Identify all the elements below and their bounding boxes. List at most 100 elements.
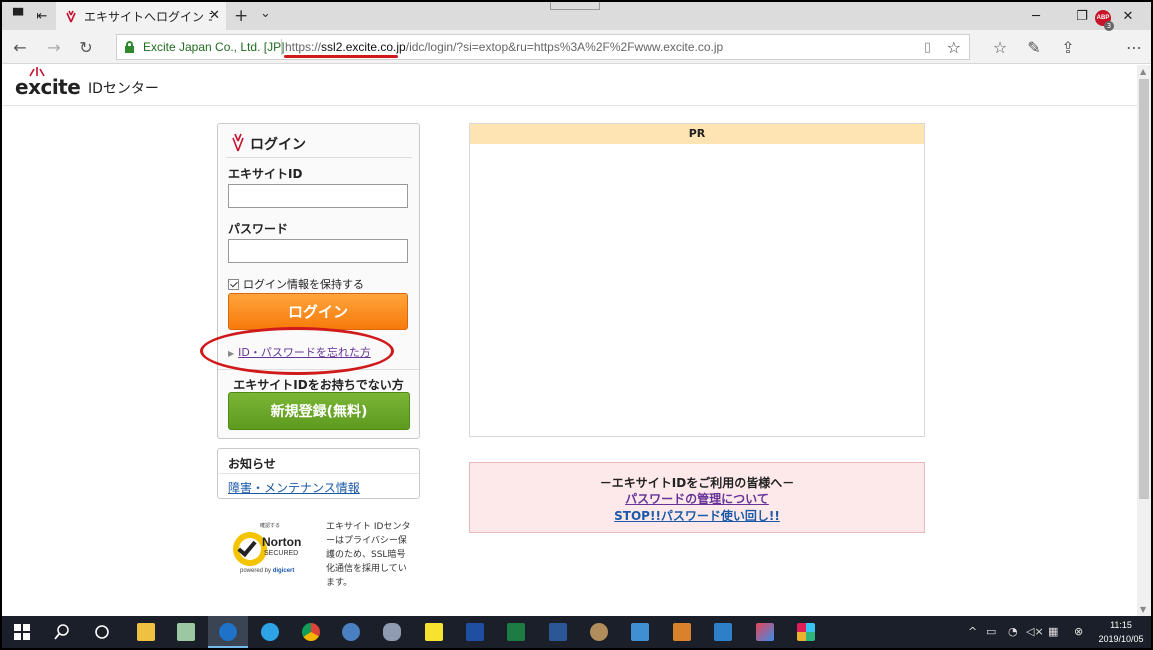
notifications-icon[interactable]: ⊗ [1074,625,1083,638]
norton-name: Norton [262,535,302,549]
navigation-bar: ← → ↻ Excite Japan Co., Ltd. [JP] https:… [2,30,1151,64]
windows-taskbar: ^ ▭ ◔ ◁× ▦ ⊗ 11:15 2019/10/05 [2,616,1151,648]
id-label: エキサイトID [228,167,303,181]
page-content: excite IDセンター ログイン エキサイトID パスワード ログイン情報を… [2,65,1137,616]
login-title: ログイン [250,137,306,153]
url-annotation-underline [284,55,398,58]
tab-bar: ▀ ⇤ エキサイトへログイン エキサ ✕ + ⌄ ─ ❐ ✕ [2,2,1151,30]
globe-app-icon[interactable] [331,616,371,648]
scroll-thumb[interactable] [1139,79,1149,499]
system-clock[interactable]: 11:15 2019/10/05 [1094,618,1148,646]
paint-app-icon[interactable] [372,616,412,648]
web-note-icon[interactable]: ✎ [1024,37,1044,57]
url-domain: ssl2.excite.co.jp [321,40,406,54]
keep-login-label: ログイン情報を保持する [243,278,364,291]
password-input[interactable] [228,239,408,263]
url-scheme: https:// [285,40,322,54]
info-panel: －エキサイトIDをご利用の皆様へ－ パスワードの管理について STOP!!パスワ… [469,462,925,533]
notice-title: お知らせ [228,457,276,471]
pr-panel: PR [469,123,925,437]
notice-panel: お知らせ 障害・メンテナンス情報 [217,448,420,499]
word-icon[interactable] [538,616,578,648]
tab-close-icon[interactable]: ✕ [209,8,220,23]
norton-top-text: 確認する [260,523,281,529]
vertical-scrollbar[interactable]: ▲ ▼ [1137,65,1151,616]
url-text[interactable]: https://ssl2.excite.co.jp/idc/login/?si=… [285,40,723,54]
login-panel: ログイン エキサイトID パスワード ログイン情報を保持する ログイン ▶ ID・… [217,123,420,439]
norton-powered-text: powered by digicert [240,568,294,574]
toolbox-icon[interactable] [662,616,702,648]
app-icon-7[interactable] [455,616,495,648]
adblock-count-badge: 3 [1104,21,1114,31]
register-button[interactable]: 新規登録(無料) [228,392,410,430]
forgot-link-annotation-circle [200,327,394,375]
slack-icon[interactable] [786,616,826,648]
login-heading: ログイン [226,132,412,158]
chart-app-icon[interactable] [745,616,785,648]
browser-window: ▀ ⇤ エキサイトへログイン エキサ ✕ + ⌄ ─ ❐ ✕ ← → ↻ Exc… [2,2,1151,616]
tab-title: エキサイトへログイン エキサ [84,9,212,24]
file-explorer-icon[interactable] [126,616,166,648]
excite-logo[interactable]: excite [15,75,81,99]
favorites-hub-icon[interactable]: ☆ [990,37,1010,57]
info-title: －エキサイトIDをご利用の皆様へ－ [599,476,795,490]
title-bar-drag-handle[interactable] [550,2,600,10]
password-label: パスワード [228,222,289,236]
certificate-label[interactable]: Excite Japan Co., Ltd. [JP] [143,40,284,54]
forward-arrow-icon[interactable]: → [44,37,64,57]
scroll-up-icon[interactable]: ▲ [1140,67,1146,76]
share-icon[interactable]: ⇪ [1058,37,1078,57]
clock-time: 11:15 [1110,620,1132,630]
keep-login-checkbox[interactable] [228,278,239,290]
login-button[interactable]: ログイン [228,293,408,330]
maintenance-info-link[interactable]: 障害・メンテナンス情報 [228,479,360,496]
notice-divider [218,473,419,474]
excel-icon[interactable] [496,616,536,648]
pr-heading: PR [470,124,924,144]
sticky-notes-icon[interactable] [414,616,454,648]
refresh-icon[interactable]: ↻ [76,37,96,57]
edge-browser-icon[interactable] [208,616,248,648]
reading-view-icon[interactable]: ▯ [924,40,931,55]
tab-actions-icon[interactable]: ▀ [10,8,26,24]
excite-mark-icon [232,133,244,152]
new-tab-icon[interactable]: + [234,6,248,26]
minimize-icon[interactable]: ─ [1013,2,1059,30]
back-arrow-icon[interactable]: ← [10,37,30,57]
start-windows-icon[interactable] [2,616,42,648]
digicert-brand: digicert [272,568,295,574]
battery-icon[interactable]: ▭ [986,625,996,638]
header-title: IDセンター [88,81,159,97]
favorite-star-icon[interactable]: ☆ [947,38,961,57]
tab-preview-chevron-icon[interactable]: ⌄ [260,6,271,21]
clock-date: 2019/10/05 [1098,634,1144,644]
more-menu-icon[interactable]: ⋯ [1124,37,1144,57]
search-icon[interactable] [42,616,82,648]
internet-explorer-icon[interactable] [250,616,290,648]
task-view-icon[interactable] [82,616,122,648]
scroll-down-icon[interactable]: ▼ [1140,605,1146,614]
url-path: /idc/login/?si=extop&ru=https%3A%2F%2Fww… [405,40,724,54]
norton-secured-text: SECURED [264,550,299,557]
keyboard-icon[interactable]: ▦ [1048,625,1058,638]
chrome-icon[interactable] [291,616,331,648]
excite-id-input[interactable] [228,184,408,208]
lock-icon [125,41,134,53]
ssl-description: エキサイト IDセンターはプライバシー保護のため、SSL暗号化通信を採用していま… [326,522,411,588]
excite-favicon-icon [66,10,76,23]
tab-excite-login[interactable]: エキサイトへログイン エキサ ✕ [56,2,226,30]
stop-password-reuse-link[interactable]: STOP!!パスワード使い回し!! [470,507,924,524]
address-bar[interactable]: Excite Japan Co., Ltd. [JP] https://ssl2… [116,34,970,60]
remote-desktop-icon[interactable] [703,616,743,648]
volume-muted-icon[interactable]: ◁× [1026,625,1044,638]
no-id-heading: エキサイトIDをお持ちでない方 [233,378,404,392]
wifi-icon[interactable]: ◔ [1008,625,1018,638]
notepad-app-icon[interactable] [166,616,206,648]
app-icon-11[interactable] [620,616,660,648]
set-tabs-aside-icon[interactable]: ⇤ [34,8,50,24]
keep-login-row[interactable]: ログイン情報を保持する [228,276,364,292]
show-hidden-icons-icon[interactable]: ^ [968,625,977,638]
paint-palette-icon[interactable] [579,616,619,648]
password-management-link[interactable]: パスワードの管理について [470,490,924,507]
norton-secured-seal[interactable]: 確認する Norton SECURED powered by digicert [232,520,312,578]
